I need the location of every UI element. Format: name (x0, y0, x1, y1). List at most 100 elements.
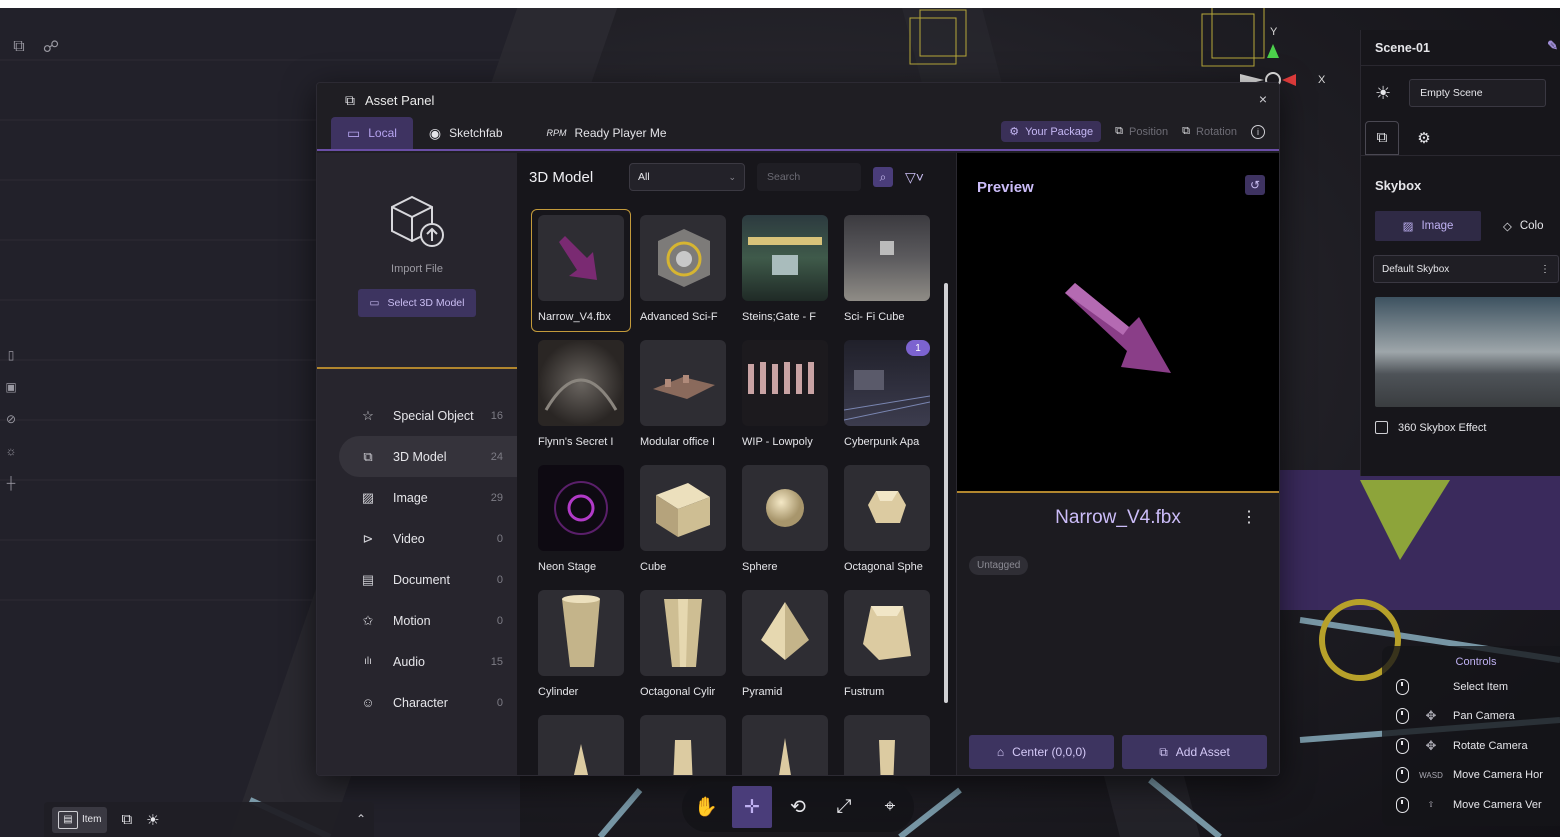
motion-star-icon: ✩ (362, 612, 374, 628)
your-package-button[interactable]: ⚙ Your Package (1001, 121, 1102, 142)
category-document[interactable]: ▤ Document 0 (317, 559, 517, 600)
edit-icon[interactable]: ✎ (1547, 38, 1558, 54)
asset-tile[interactable]: Advanced Sci-F (633, 209, 735, 334)
bottom-left-toolbar: ▤ Item ⧉ ☀ ⌃ (44, 802, 374, 837)
asset-tile[interactable]: Octagonal Cylir (633, 584, 735, 709)
reset-view-icon[interactable]: ↺ (1245, 175, 1265, 195)
category-list: ☆ Special Object 16 ⧉ 3D Model 24 ▨ Imag… (317, 369, 517, 723)
grid-scrollbar[interactable] (944, 283, 948, 703)
category-special-object[interactable]: ☆ Special Object 16 (317, 395, 517, 436)
filter-select[interactable]: All ⌄ (629, 163, 745, 191)
center-button[interactable]: ⌂ Center (0,0,0) (969, 735, 1114, 769)
asset-mode-button[interactable]: ⧉ (121, 811, 132, 828)
hand-tool-icon[interactable]: ✋ (686, 786, 726, 828)
asset-tile[interactable]: Neon Stage (531, 459, 633, 584)
rail-slash-icon[interactable]: ⊘ (4, 410, 18, 428)
category-video[interactable]: ⊳ Video 0 (317, 518, 517, 559)
category-motion[interactable]: ✩ Motion 0 (317, 600, 517, 641)
asset-thumbnail (538, 340, 624, 426)
asset-tile[interactable]: Sphere (735, 459, 837, 584)
tab-scene[interactable]: ⧉ (1365, 120, 1399, 155)
category-audio[interactable]: ılı Audio 15 (317, 641, 517, 682)
category-sidebar: Import File ▭ Select 3D Model ☆ Special … (317, 153, 517, 775)
skybox-effect-checkbox[interactable]: 360 Skybox Effect (1375, 421, 1546, 434)
asset-tile[interactable]: Cylinder (531, 584, 633, 709)
asset-tile[interactable]: Steins;Gate - F (735, 209, 837, 334)
move-icon: ✥ (1425, 737, 1437, 753)
position-toggle[interactable]: ⧉ Position (1115, 125, 1168, 138)
preview-stage[interactable]: Preview ↺ (957, 153, 1279, 493)
rotation-toggle[interactable]: ⧉ Rotation (1182, 125, 1237, 138)
more-options-icon[interactable]: ⋮ (1241, 507, 1257, 527)
asset-tile[interactable]: Cube (633, 459, 735, 584)
tab-settings[interactable]: ⚙ (1407, 121, 1441, 155)
asset-tile[interactable]: Flynn's Secret I (531, 334, 633, 459)
select-3d-model-button[interactable]: ▭ Select 3D Model (357, 289, 477, 317)
asset-thumbnail (640, 465, 726, 551)
add-asset-button[interactable]: ⧉ Add Asset (1122, 735, 1267, 769)
tab-local[interactable]: ▭ Local (331, 117, 413, 149)
gear-icon: ⚙ (1009, 126, 1020, 138)
asset-tile[interactable]: Sci- Fi Cube (837, 209, 939, 334)
scene-light-icon: ☀ (1375, 82, 1392, 103)
rotate-tool-icon[interactable]: ⟲ (778, 786, 818, 828)
droplet-icon: ◇ (1503, 221, 1512, 233)
link-icon[interactable]: ☍ (40, 36, 62, 58)
asset-tile[interactable]: Pyramid (735, 584, 837, 709)
asset-grid: Narrow_V4.fbx Advanced Sci-F Steins;Gate… (531, 209, 939, 775)
tab-sketchfab[interactable]: ◉ Sketchfab (413, 117, 519, 149)
category-3d-model[interactable]: ⧉ 3D Model 24 (339, 436, 517, 477)
category-image[interactable]: ▨ Image 29 (317, 477, 517, 518)
tag-row: Untagged (957, 543, 1279, 583)
environment-mode-button[interactable]: ☀ (146, 811, 159, 829)
mouse-middle-icon (1396, 737, 1409, 754)
category-character[interactable]: ☺ Character 0 (317, 682, 517, 723)
scale-tool-icon[interactable]: ⤢ (824, 786, 864, 828)
tab-label: Local (368, 126, 397, 140)
move-tool-icon[interactable]: ✛ (732, 786, 772, 828)
filter-icon[interactable]: ▽˅ (905, 169, 924, 186)
asset-label: Steins;Gate - F (742, 311, 816, 323)
search-input[interactable] (757, 163, 861, 191)
search-icon[interactable]: ⌕ (873, 167, 893, 187)
chevron-up-icon[interactable]: ⌃ (356, 812, 366, 826)
tabbar-actions: ⚙ Your Package ⧉ Position ⧉ Rotation i (1001, 121, 1265, 142)
asset-tile[interactable]: Narrow_V4.fbx (531, 209, 633, 334)
mouse-icon (1396, 767, 1409, 784)
tab-ready-player-me[interactable]: RPM Ready Player Me (531, 117, 683, 149)
import-cube-icon[interactable] (388, 193, 446, 251)
asset-thumbnail (538, 215, 624, 301)
asset-tile[interactable]: Modular office I (633, 334, 735, 459)
transform-tool-icon[interactable]: ⌖ (870, 786, 910, 828)
mode-color-button[interactable]: ◇ Colo (1489, 211, 1544, 241)
asset-tile[interactable] (735, 709, 837, 775)
asset-tile[interactable]: 1 Cyberpunk Apa (837, 334, 939, 459)
tag-chip[interactable]: Untagged (969, 556, 1029, 575)
asset-tile[interactable]: WIP - Lowpoly (735, 334, 837, 459)
skybox-select[interactable]: Default Skybox ⋮ (1373, 255, 1559, 283)
controls-title: Controls (1455, 656, 1497, 668)
rail-image-icon[interactable]: ▣ (4, 378, 18, 396)
filter-value: All (638, 171, 650, 183)
checkbox[interactable] (1375, 421, 1388, 434)
mode-image-button[interactable]: ▨ Image (1375, 211, 1481, 241)
image-icon: ▨ (361, 489, 375, 505)
mode-image-label: Image (1421, 220, 1454, 232)
asset-tile[interactable] (837, 709, 939, 775)
item-mode-button[interactable]: ▤ Item (52, 806, 108, 833)
control-label: Pan Camera (1453, 710, 1515, 723)
layers-icon[interactable]: ⧉ (8, 36, 30, 58)
asset-tile[interactable]: Fustrum (837, 584, 939, 709)
info-icon[interactable]: i (1251, 124, 1265, 139)
control-row: ⇧ Move Camera Ver (1382, 790, 1560, 820)
scene-type-field[interactable]: Empty Scene (1409, 79, 1546, 107)
rail-light-icon[interactable]: ☼ (4, 442, 18, 460)
category-label: Character (393, 695, 448, 710)
cube-outline-icon: ⧉ (345, 91, 355, 108)
rail-plus-icon[interactable]: ┼ (4, 474, 18, 492)
asset-tile[interactable]: Octagonal Sphe (837, 459, 939, 584)
asset-tile[interactable] (633, 709, 735, 775)
close-icon[interactable]: × (1259, 91, 1267, 107)
rail-item-icon[interactable]: ▯ (4, 346, 18, 364)
asset-tile[interactable] (531, 709, 633, 775)
